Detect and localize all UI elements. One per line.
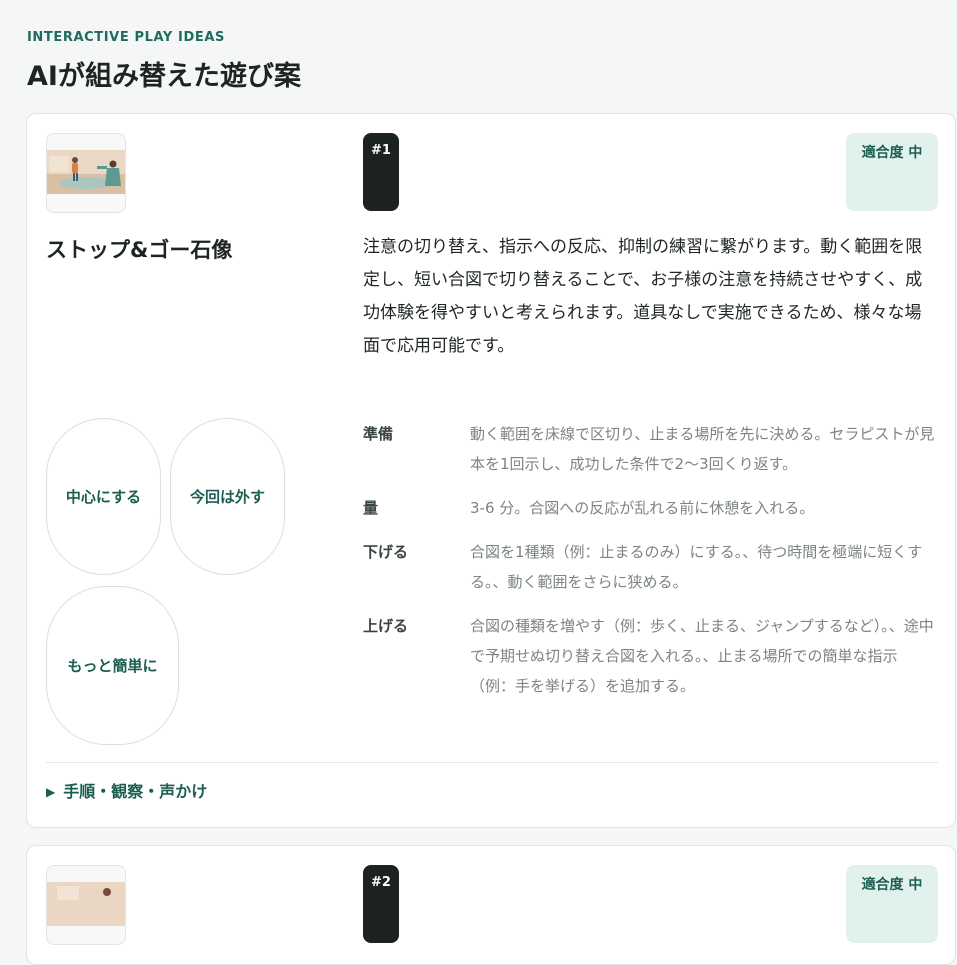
section-eyebrow: INTERACTIVE PLAY IDEAS bbox=[27, 30, 225, 45]
activity-illustration bbox=[47, 150, 125, 194]
page-title: AIが組み替えた遊び案 bbox=[27, 61, 301, 92]
detail-term: 準備 bbox=[363, 425, 394, 443]
activity-thumbnail bbox=[46, 865, 126, 945]
activity-title: ストップ&ゴー石像 bbox=[46, 238, 233, 262]
play-idea-card: #2 適合度 中 bbox=[26, 845, 956, 965]
detail-text: 動く範囲を床線で区切り、止まる場所を先に決める。セラピストが見本を1回示し、成功… bbox=[470, 425, 935, 473]
detail-text: 合図の種類を増やす（例：歩く、止まる、ジャンプするなど）。、途中で予期せぬ切り替… bbox=[470, 617, 934, 695]
detail-term: 上げる bbox=[363, 617, 409, 635]
triangle-right-icon: ▶ bbox=[46, 785, 56, 799]
detail-term: 量 bbox=[363, 499, 379, 517]
detail-term: 下げる bbox=[363, 543, 409, 561]
detail-row-amount: 量 3-6 分。合図への反応が乱れる前に休憩を入れる。 bbox=[363, 493, 938, 523]
index-badge: #2 bbox=[363, 865, 399, 943]
fit-badge: 適合度 中 bbox=[846, 865, 938, 943]
detail-list: 準備 動く範囲を床線で区切り、止まる場所を先に決める。セラピストが見本を1回示し… bbox=[363, 419, 938, 715]
steps-expand-label: 手順・観察・声かけ bbox=[63, 782, 208, 801]
make-central-button[interactable]: 中心にする bbox=[46, 418, 161, 575]
activity-thumbnail bbox=[46, 133, 126, 213]
activity-summary: 注意の切り替え、指示への反応、抑制の練習に繋がります。動く範囲を限定し、短い合図… bbox=[363, 237, 923, 356]
divider bbox=[46, 762, 938, 763]
exclude-this-time-button[interactable]: 今回は外す bbox=[170, 418, 285, 575]
index-badge: #1 bbox=[363, 133, 399, 211]
fit-badge: 適合度 中 bbox=[846, 133, 938, 211]
play-idea-card: #1 適合度 中 ストップ&ゴー石像 注意の切り替え、指示への反応、抑制の練習に… bbox=[26, 113, 956, 828]
detail-row-lower: 下げる 合図を1種類（例：止まるのみ）にする。、待つ時間を極端に短くする。、動く… bbox=[363, 537, 938, 597]
detail-row-raise: 上げる 合図の種類を増やす（例：歩く、止まる、ジャンプするなど）。、途中で予期せ… bbox=[363, 611, 938, 701]
steps-expand-toggle[interactable]: ▶ 手順・観察・声かけ bbox=[46, 778, 207, 802]
make-easier-button[interactable]: もっと簡単に bbox=[46, 586, 179, 745]
detail-text: 合図を1種類（例：止まるのみ）にする。、待つ時間を極端に短くする。、動く範囲をさ… bbox=[470, 543, 923, 591]
detail-row-prep: 準備 動く範囲を床線で区切り、止まる場所を先に決める。セラピストが見本を1回示し… bbox=[363, 419, 938, 479]
activity-illustration bbox=[47, 882, 125, 926]
detail-text: 3-6 分。合図への反応が乱れる前に休憩を入れる。 bbox=[470, 499, 815, 517]
